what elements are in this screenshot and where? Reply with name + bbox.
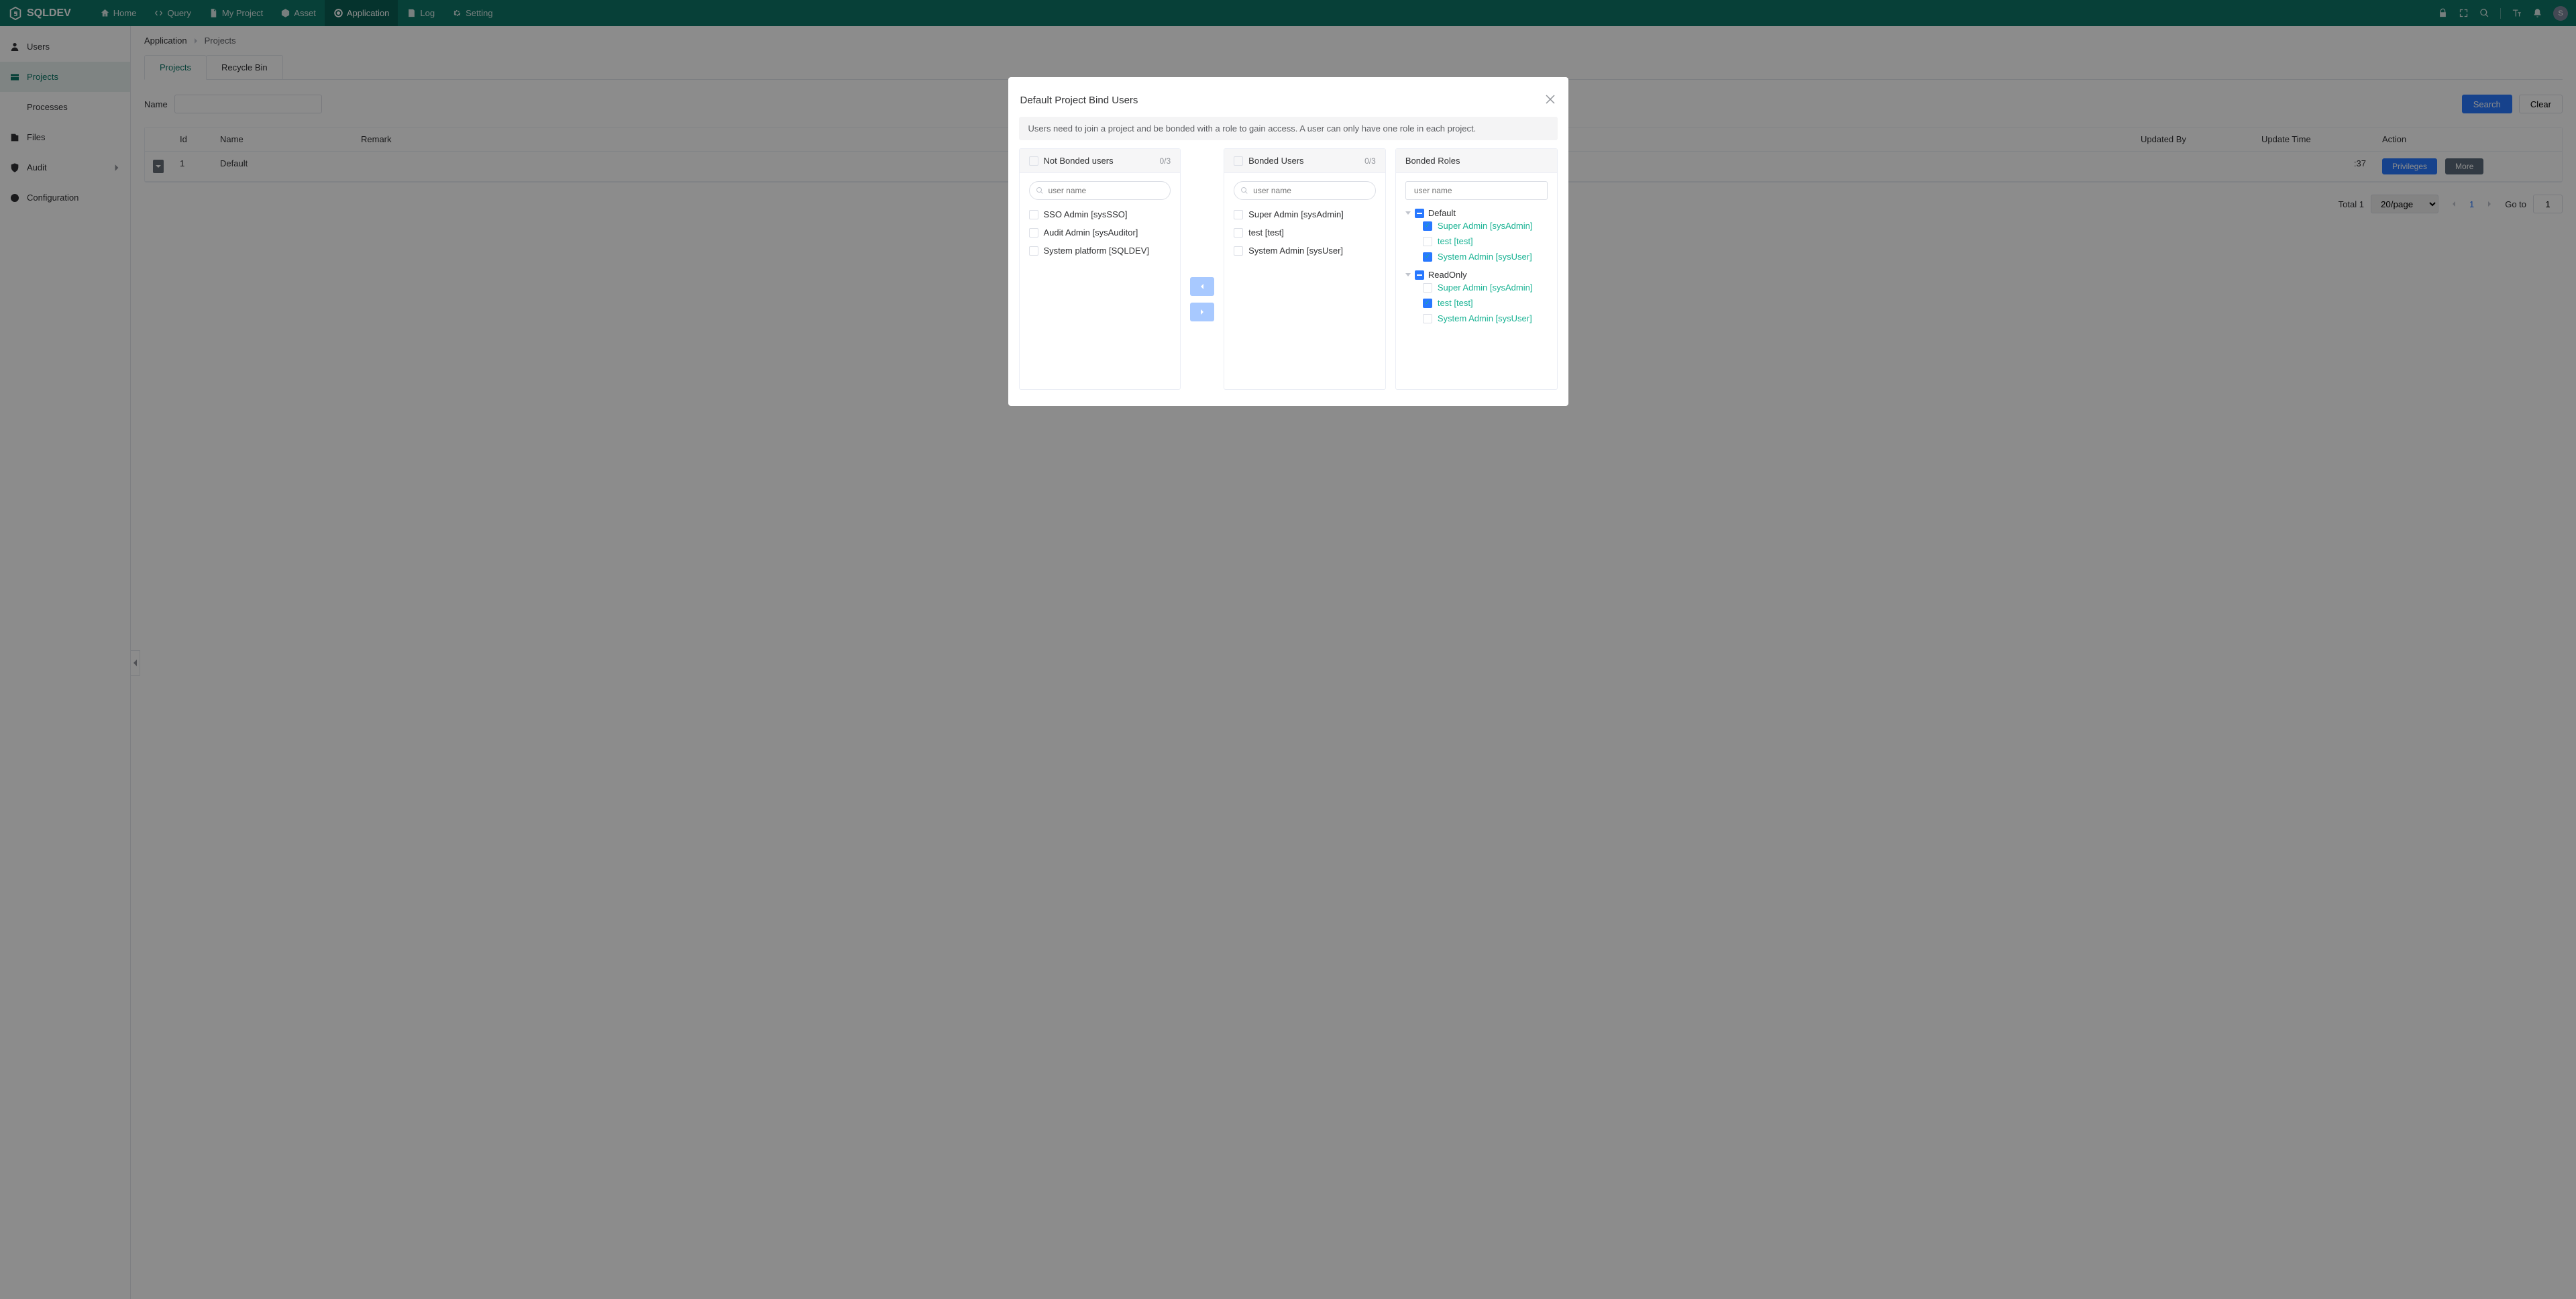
- user-option[interactable]: Audit Admin [sysAuditor]: [1029, 223, 1171, 242]
- not-bonded-search-input[interactable]: [1029, 181, 1171, 200]
- role-user-checkbox[interactable]: [1423, 237, 1432, 246]
- roles-panel: Bonded Roles Default✓Super Admin [sysAdm…: [1395, 148, 1558, 390]
- roles-search-input[interactable]: [1405, 181, 1548, 200]
- not-bonded-checkall[interactable]: [1029, 156, 1038, 166]
- role-user-checkbox[interactable]: ✓: [1423, 299, 1432, 308]
- role-user[interactable]: test [test]: [1423, 233, 1548, 249]
- role-checkbox[interactable]: [1415, 209, 1424, 218]
- role-user[interactable]: ✓test [test]: [1423, 295, 1548, 311]
- role-user-checkbox[interactable]: ✓: [1423, 221, 1432, 231]
- dialog-close-button[interactable]: [1543, 92, 1558, 109]
- dialog-title: Default Project Bind Users: [1019, 95, 1138, 106]
- role-user-checkbox[interactable]: [1423, 314, 1432, 323]
- transfer-left-button[interactable]: [1190, 277, 1214, 296]
- role-node[interactable]: Default: [1405, 208, 1548, 218]
- dialog-notice: Users need to join a project and be bond…: [1019, 117, 1558, 140]
- bonded-checkall[interactable]: [1234, 156, 1243, 166]
- role-user[interactable]: Super Admin [sysAdmin]: [1423, 280, 1548, 295]
- bonded-panel: Bonded Users 0/3 Super Admin [sysAdmin]t…: [1224, 148, 1386, 390]
- role-user[interactable]: ✓System Admin [sysUser]: [1423, 249, 1548, 264]
- user-option[interactable]: Super Admin [sysAdmin]: [1234, 205, 1376, 223]
- bind-users-dialog: Default Project Bind Users Users need to…: [1008, 77, 1568, 406]
- role-user-checkbox[interactable]: ✓: [1423, 252, 1432, 262]
- user-option[interactable]: System Admin [sysUser]: [1234, 242, 1376, 260]
- role-user[interactable]: System Admin [sysUser]: [1423, 311, 1548, 326]
- user-option[interactable]: System platform [SQLDEV]: [1029, 242, 1171, 260]
- role-node[interactable]: ReadOnly: [1405, 270, 1548, 280]
- search-icon: [1240, 187, 1248, 195]
- role-user-checkbox[interactable]: [1423, 283, 1432, 293]
- not-bonded-panel: Not Bonded users 0/3 SSO Admin [sysSSO]A…: [1019, 148, 1181, 390]
- transfer-right-button[interactable]: [1190, 303, 1214, 321]
- user-option[interactable]: test [test]: [1234, 223, 1376, 242]
- search-icon: [1036, 187, 1044, 195]
- bonded-search-input[interactable]: [1234, 181, 1376, 200]
- user-option[interactable]: SSO Admin [sysSSO]: [1029, 205, 1171, 223]
- modal-overlay[interactable]: Default Project Bind Users Users need to…: [0, 0, 2576, 1299]
- role-user[interactable]: ✓Super Admin [sysAdmin]: [1423, 218, 1548, 233]
- role-checkbox[interactable]: [1415, 270, 1424, 280]
